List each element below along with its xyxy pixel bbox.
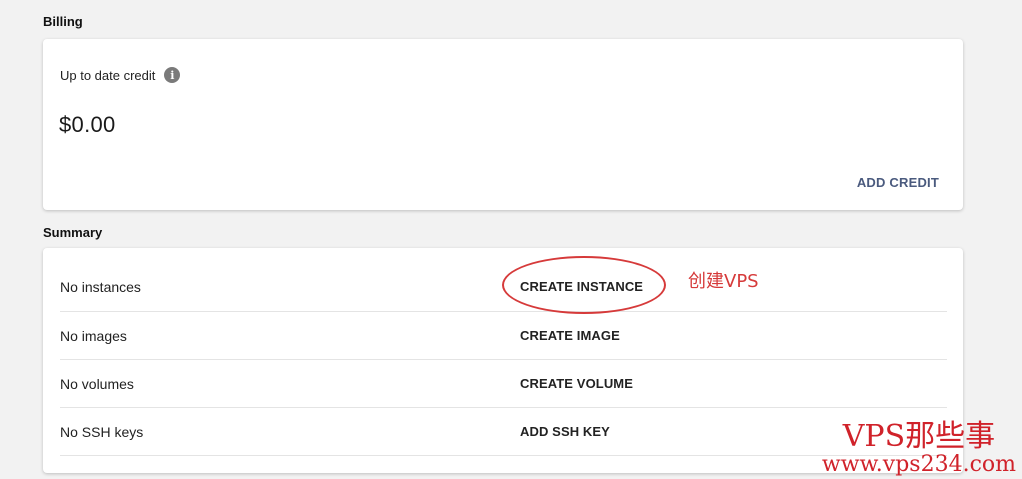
- annotation-label: 创建VPS: [688, 271, 759, 292]
- summary-row-instances: No instances CREATE INSTANCE: [60, 232, 947, 312]
- credit-value: $0.00: [59, 112, 116, 137]
- watermark-url: www.vps234.com: [821, 452, 1016, 477]
- instances-status: No instances: [60, 279, 141, 295]
- watermark: VPS那些事 www.vps234.com: [822, 421, 1016, 477]
- create-instance-button[interactable]: CREATE INSTANCE: [520, 279, 643, 294]
- credit-label: Up to date credit: [60, 67, 156, 83]
- watermark-title: VPS那些事: [842, 419, 996, 454]
- summary-row-ssh-keys: No SSH keys ADD SSH KEY: [60, 408, 947, 456]
- add-credit-button[interactable]: ADD CREDIT: [857, 175, 939, 190]
- billing-card: Up to date credit i $0.00 ADD CREDIT: [43, 39, 963, 210]
- credit-label-row: Up to date credit i: [60, 67, 181, 83]
- create-image-button[interactable]: CREATE IMAGE: [520, 328, 620, 343]
- summary-row-volumes: No volumes CREATE VOLUME: [60, 360, 947, 408]
- ssh-keys-status: No SSH keys: [60, 424, 144, 440]
- page: Billing Up to date credit i $0.00 ADD CR…: [0, 0, 1022, 479]
- create-volume-button[interactable]: CREATE VOLUME: [520, 376, 633, 391]
- volumes-status: No volumes: [60, 376, 134, 392]
- images-status: No images: [60, 328, 127, 344]
- add-ssh-key-button[interactable]: ADD SSH KEY: [520, 424, 610, 439]
- billing-section-title: Billing: [43, 14, 83, 29]
- info-icon[interactable]: i: [164, 67, 181, 83]
- summary-row-images: No images CREATE IMAGE: [60, 312, 947, 360]
